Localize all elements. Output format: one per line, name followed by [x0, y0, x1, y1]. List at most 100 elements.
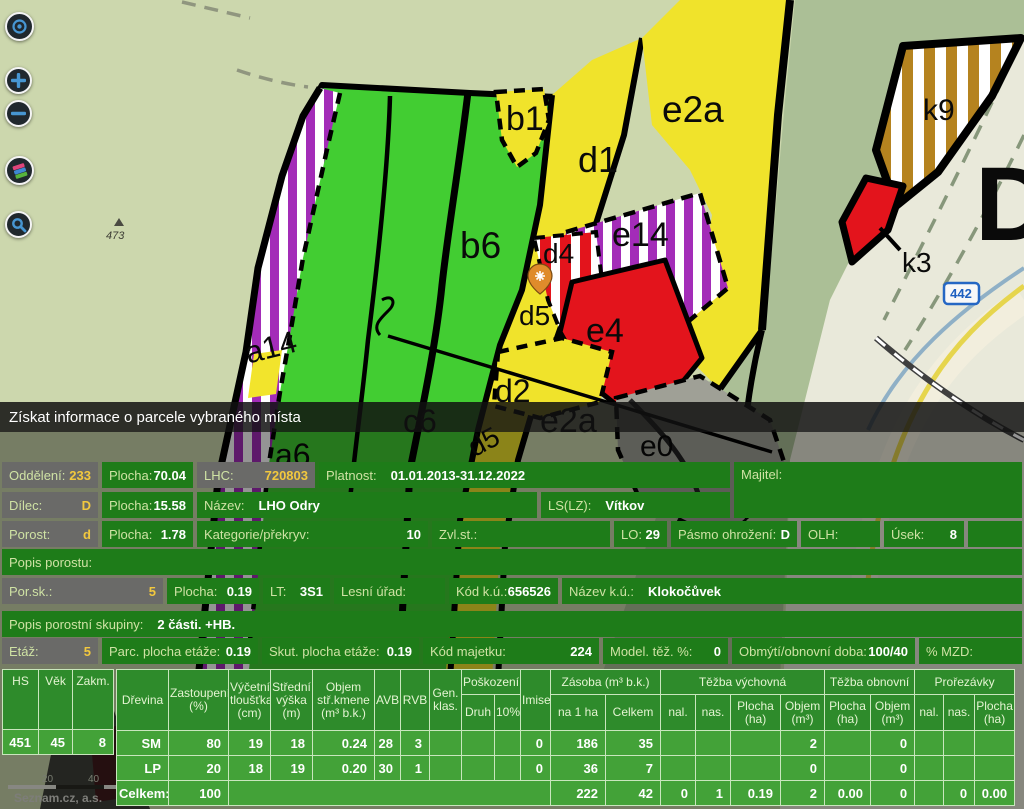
table-header-cell: Gen. klas.: [430, 670, 462, 731]
table-cell: 18: [229, 756, 271, 781]
field-popis-skupiny: Popis porostní skupiny:2 části. +HB.: [2, 611, 1022, 637]
label-d4: d4: [543, 238, 574, 269]
label-k9: k9: [923, 94, 955, 127]
table-cell: 0.24: [313, 731, 375, 756]
table-header-cell: Druh: [462, 695, 495, 731]
table-header-cell: Výčetní tloušťka (cm): [229, 670, 271, 731]
table-cell: [731, 731, 781, 756]
field-kod-majetku: Kód majetku:224: [423, 638, 599, 664]
field-nazev-ku: Název k.ú.:Klokočůvek: [562, 578, 1022, 604]
table-cell: 100: [169, 781, 229, 806]
table-cell: 35: [606, 731, 661, 756]
table-cell: [661, 756, 696, 781]
table-row: 451458: [3, 730, 114, 755]
field-filler: [968, 521, 1022, 547]
field-kategorie: Kategorie/překryv:10: [197, 521, 428, 547]
table-cell: 7: [606, 756, 661, 781]
field-porost: Porost:d: [2, 521, 98, 547]
table-cell: 42: [606, 781, 661, 806]
table-cell: 2: [781, 731, 825, 756]
field-parc-plocha: Parc. plocha etáže:0.19: [102, 638, 258, 664]
field-olh: OLH:: [801, 521, 880, 547]
field-plocha-oddeleni: Plocha:70.04: [102, 462, 193, 488]
table-cell: [661, 731, 696, 756]
locate-icon: [11, 18, 28, 35]
table-header-cell: nal.: [661, 695, 696, 731]
table-cell: 28: [375, 731, 401, 756]
field-oddeleni: Oddělení:233: [2, 462, 98, 488]
table-cell: 0.00: [975, 781, 1015, 806]
field-platnost: Platnost:01.01.2013-31.12.2022: [319, 462, 730, 488]
locate-button[interactable]: [5, 12, 34, 41]
label-b1: b1: [506, 100, 544, 138]
zoom-in-button[interactable]: [5, 67, 32, 94]
table-cell: Celkem:: [117, 781, 169, 806]
label-e14: e14: [612, 216, 669, 254]
table-cell: 222: [551, 781, 606, 806]
label-e4: e4: [586, 312, 624, 350]
table-cell: 0.19: [731, 781, 781, 806]
table-cell: [944, 756, 975, 781]
table-cell: [915, 756, 944, 781]
field-plocha-dilec: Plocha:15.58: [102, 492, 193, 518]
table-header-cell: Plocha (ha): [975, 695, 1015, 731]
table-cell: [696, 756, 731, 781]
field-lslz: LS(LZ):Vítkov: [541, 492, 730, 518]
field-kod-ku: Kód k.ú.:656526: [449, 578, 558, 604]
minus-icon: [11, 106, 26, 121]
layers-button[interactable]: [5, 156, 34, 185]
table-cell: [975, 731, 1015, 756]
table-header-cell: Zastoupení (%): [169, 670, 229, 731]
search-button[interactable]: [5, 211, 32, 238]
table-header-cell: Zakm.: [73, 670, 114, 730]
field-etaz: Etáž:5: [2, 638, 98, 664]
table-cell: 80: [169, 731, 229, 756]
table-cell: 18: [271, 731, 313, 756]
table-cell: [825, 756, 871, 781]
table-cell: [915, 731, 944, 756]
table-header-cell: nal.: [915, 695, 944, 731]
field-obmyti: Obmýtí/obnovní doba:100/40: [732, 638, 915, 664]
table-cell: 0: [661, 781, 696, 806]
app-window: 473 b1 d1 e2a e14 d4 b6 d5 e4 a14 d2 c6 …: [0, 0, 1024, 809]
table-header-cell: Plocha (ha): [731, 695, 781, 731]
label-d1: d1: [578, 139, 618, 180]
table-cell: 0: [871, 731, 915, 756]
table-header-cell: Zásoba (m³ b.k.): [551, 670, 661, 695]
field-majitel: Majitel:: [734, 462, 1022, 518]
species-detail-table: DřevinaZastoupení (%)Výčetní tloušťka (c…: [116, 669, 1015, 806]
table-cell: [495, 756, 521, 781]
table-cell: [495, 731, 521, 756]
table-cell: [944, 731, 975, 756]
field-lo: LO:29: [614, 521, 667, 547]
table-cell: [915, 781, 944, 806]
table-header-cell: HS: [3, 670, 39, 730]
table-cell: 0: [521, 731, 551, 756]
table-row: HSVěkZakm.: [3, 670, 114, 730]
field-mzd: % MZD:: [919, 638, 1022, 664]
table-header-cell: Objem (m³): [871, 695, 915, 731]
table-header-cell: AVB: [375, 670, 401, 731]
table-cell: 0.00: [825, 781, 871, 806]
table-header-cell: nas.: [696, 695, 731, 731]
table-header-cell: Těžba výchovná: [661, 670, 825, 695]
table-cell: 1: [696, 781, 731, 806]
zoom-out-button[interactable]: [5, 100, 32, 127]
table-cell: 1: [401, 756, 430, 781]
table-row: SM8019180.2428301863520: [117, 731, 1015, 756]
table-row: Celkem:10022242010.1920.00000.00: [117, 781, 1015, 806]
field-lt: LT:3S1: [263, 578, 330, 604]
label-k3: k3: [902, 247, 932, 278]
table-cell: 186: [551, 731, 606, 756]
table-header-cell: Těžba obnovní: [825, 670, 915, 695]
table-cell: 30: [375, 756, 401, 781]
field-skut-plocha: Skut. plocha etáže:0.19: [262, 638, 419, 664]
table-cell: [975, 756, 1015, 781]
table-cell: 20: [169, 756, 229, 781]
table-cell: [731, 756, 781, 781]
table-cell: 2: [781, 781, 825, 806]
table-cell: 19: [271, 756, 313, 781]
table-cell: 19: [229, 731, 271, 756]
table-cell: [696, 731, 731, 756]
label-e2a-top: e2a: [662, 89, 724, 130]
